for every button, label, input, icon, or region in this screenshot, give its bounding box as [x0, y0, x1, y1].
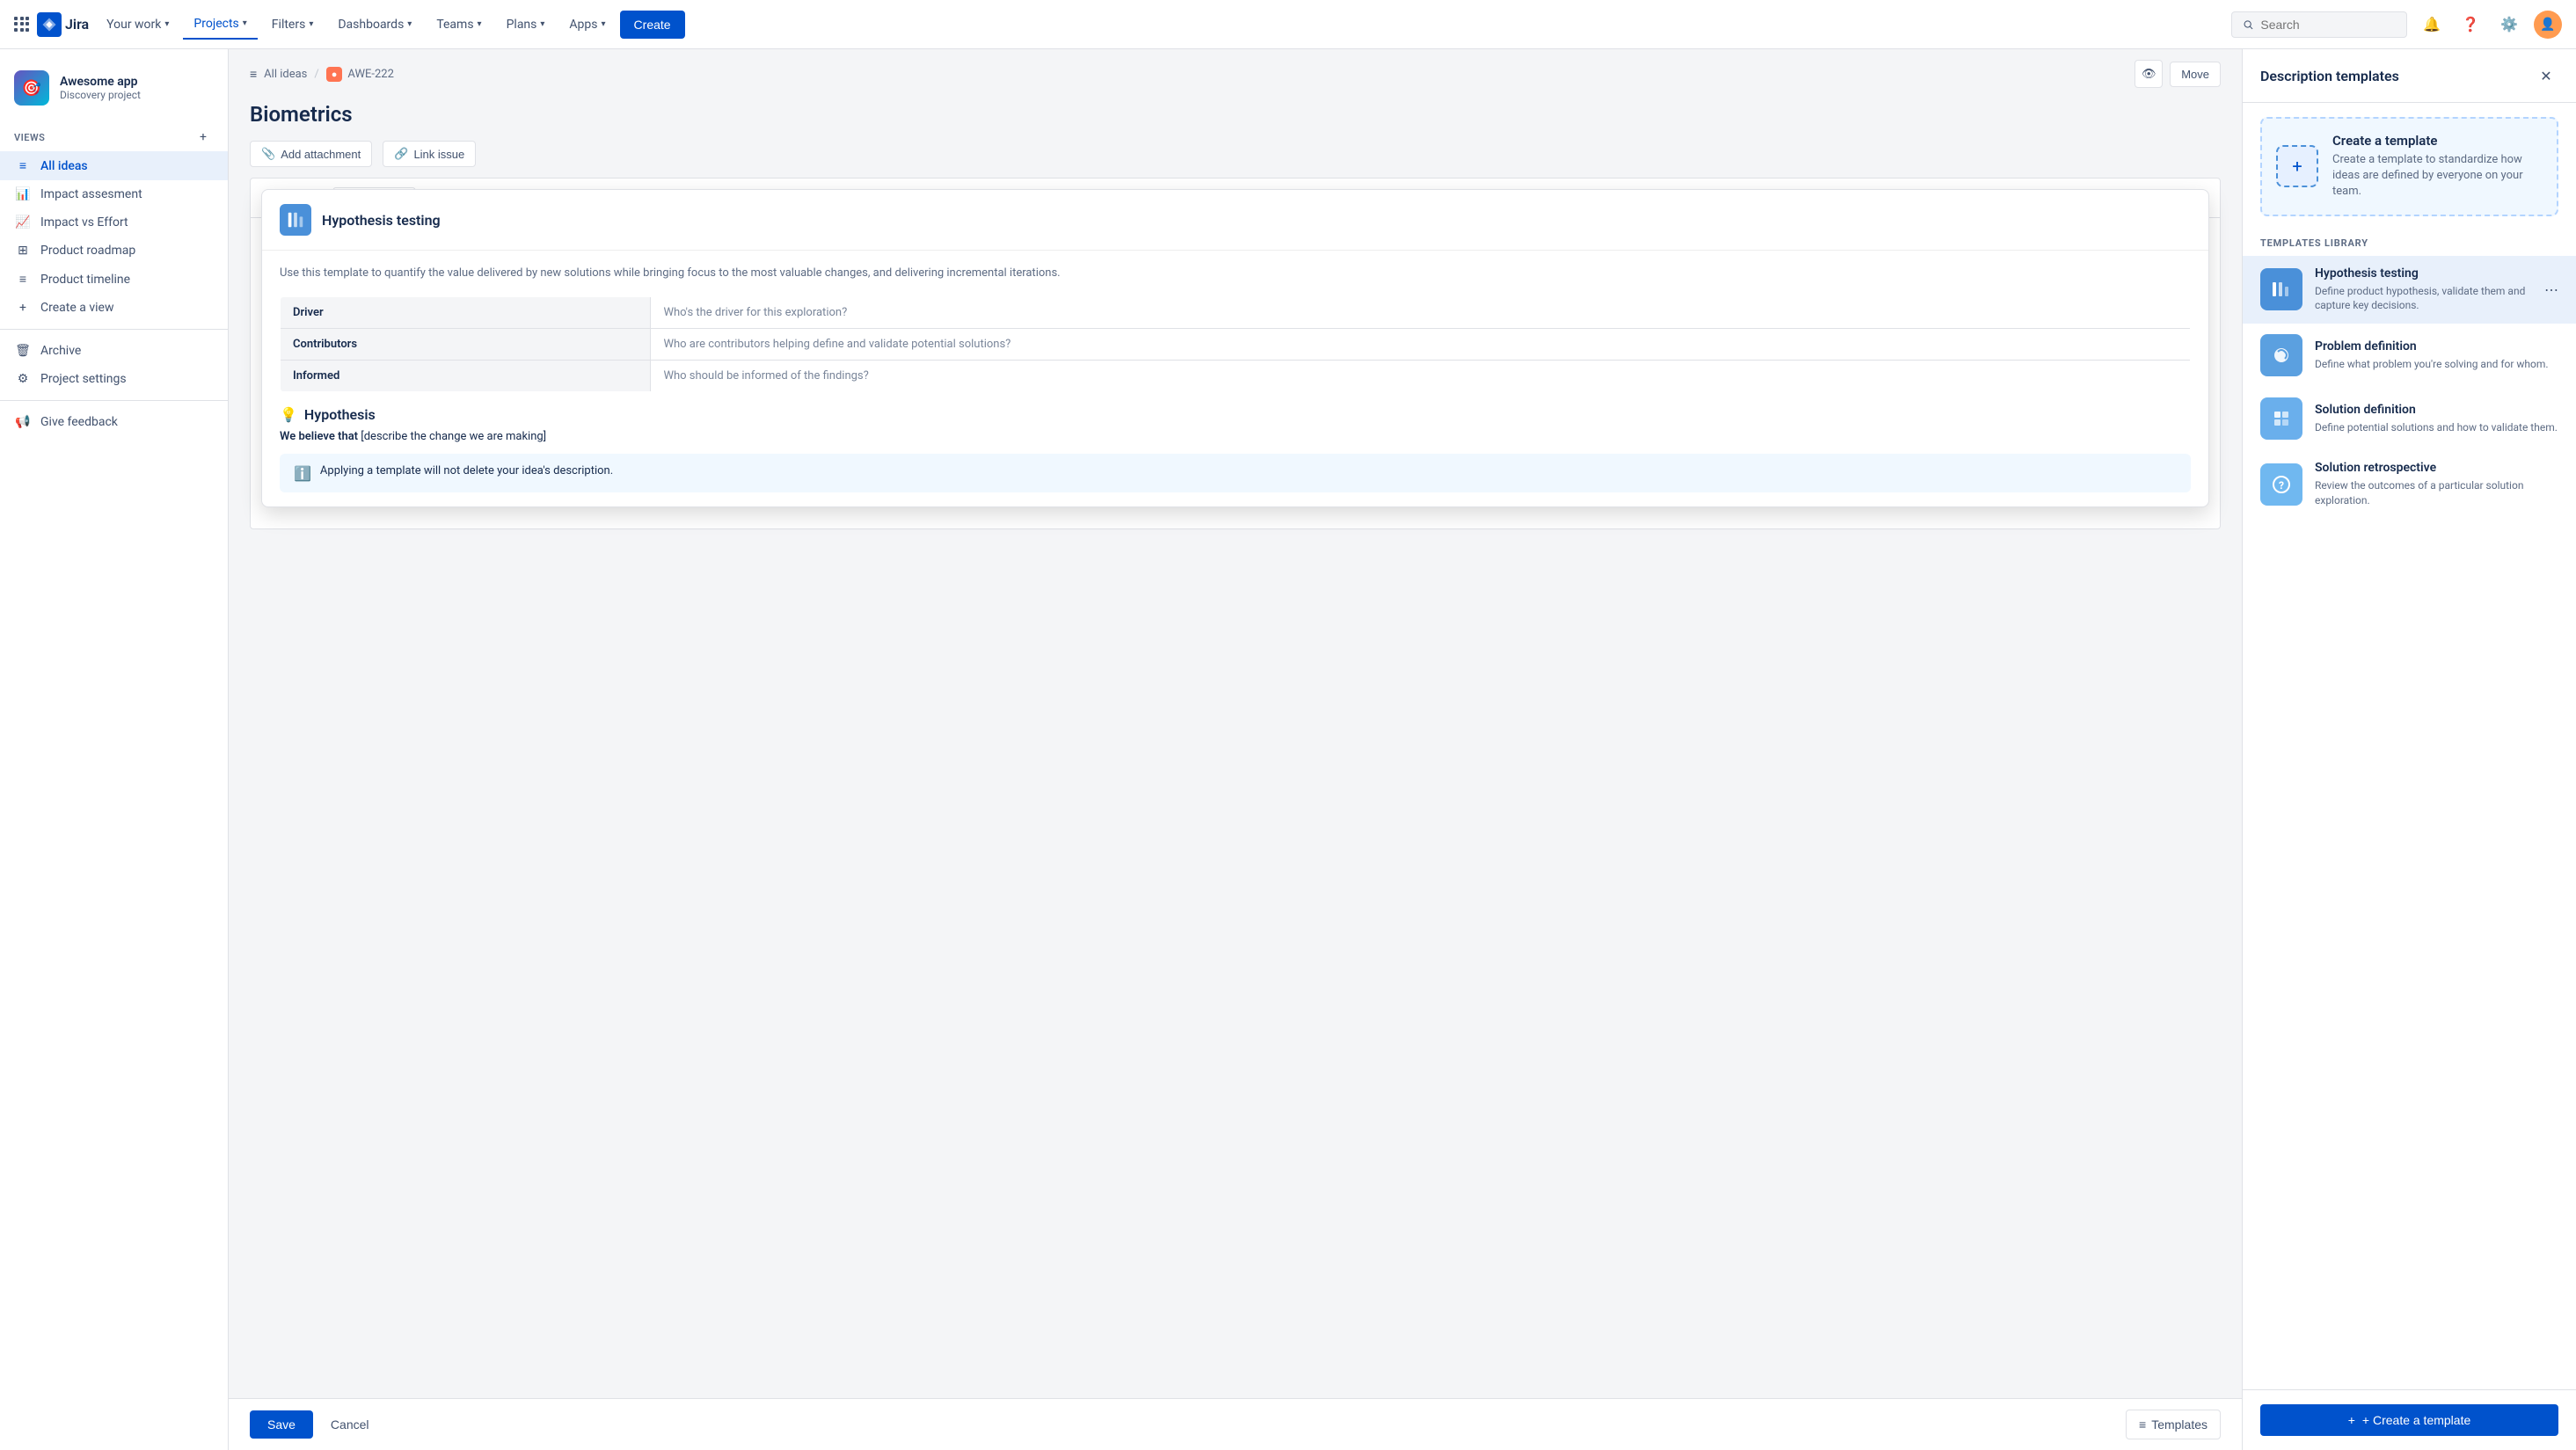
- search-icon: [2243, 18, 2253, 31]
- solution-desc: Define potential solutions and how to va…: [2315, 420, 2558, 435]
- template-library-label: TEMPLATES LIBRARY: [2243, 230, 2576, 256]
- editor-area: ↩ ↪ Normal text ▾ B I Add a description.…: [229, 178, 2242, 1398]
- sidebar-item-impact-effort[interactable]: 📈 Impact vs Effort: [0, 208, 228, 237]
- preview-description: Use this template to quantify the value …: [280, 265, 2191, 282]
- nav-your-work[interactable]: Your work ▾: [96, 11, 179, 39]
- sidebar-item-create-view[interactable]: + Create a view: [0, 294, 228, 322]
- problem-icon: [2260, 334, 2302, 376]
- sidebar-item-project-settings[interactable]: ⚙ Project settings: [0, 365, 228, 393]
- nav-teams[interactable]: Teams ▾: [426, 11, 492, 39]
- templates-button[interactable]: ≡ Templates: [2126, 1410, 2221, 1439]
- watch-button[interactable]: 👁: [2135, 60, 2163, 88]
- solution-name: Solution definition: [2315, 403, 2558, 417]
- table-row: Driver Who's the driver for this explora…: [281, 296, 2191, 328]
- search-box[interactable]: [2231, 11, 2407, 38]
- nav-apps[interactable]: Apps ▾: [558, 11, 616, 39]
- problem-desc: Define what problem you're solving and f…: [2315, 357, 2558, 372]
- template-item-problem[interactable]: Problem definition Define what problem y…: [2243, 324, 2576, 387]
- breadcrumb-issue: ● AWE-222: [326, 67, 394, 82]
- sidebar: 🎯 Awesome app Discovery project VIEWS + …: [0, 49, 229, 1450]
- cancel-button[interactable]: Cancel: [320, 1410, 380, 1439]
- preview-table: Driver Who's the driver for this explora…: [280, 296, 2191, 392]
- nav-dashboards[interactable]: Dashboards ▾: [327, 11, 422, 39]
- hypothesis-more-button[interactable]: ⋯: [2541, 279, 2562, 300]
- table-row: Contributors Who are contributors helpin…: [281, 328, 2191, 360]
- retrospective-desc: Review the outcomes of a particular solu…: [2315, 478, 2558, 508]
- save-button[interactable]: Save: [250, 1410, 313, 1439]
- breadcrumb: ≡ All ideas / ● AWE-222 👁 Move: [229, 49, 2242, 95]
- table-row: Informed Who should be informed of the f…: [281, 360, 2191, 391]
- create-template-bottom-button[interactable]: + + Create a template: [2260, 1404, 2558, 1436]
- template-preview-popup: Hypothesis testing Use this template to …: [261, 189, 2209, 507]
- app-grid-icon[interactable]: [14, 17, 30, 33]
- sidebar-item-product-roadmap[interactable]: ⊞ Product roadmap: [0, 237, 228, 265]
- problem-name: Problem definition: [2315, 339, 2558, 353]
- project-info: 🎯 Awesome app Discovery project: [0, 63, 228, 120]
- nav-items: Your work ▾ Projects ▾ Filters ▾ Dashboa…: [96, 10, 2217, 40]
- nav-projects[interactable]: Projects ▾: [183, 10, 257, 40]
- template-item-hypothesis[interactable]: Hypothesis testing Define product hypoth…: [2243, 256, 2576, 324]
- nav-filters[interactable]: Filters ▾: [261, 11, 325, 39]
- sidebar-item-product-timeline[interactable]: ≡ Product timeline: [0, 265, 228, 294]
- hypothesis-name: Hypothesis testing: [2315, 266, 2558, 281]
- search-input[interactable]: [2260, 18, 2396, 32]
- create-button[interactable]: Create: [620, 11, 685, 39]
- svg-text:?: ?: [2279, 479, 2284, 492]
- issue-header: Biometrics: [229, 95, 2242, 141]
- sidebar-item-archive[interactable]: 🗑 Archive: [0, 337, 228, 365]
- sidebar-item-all-ideas[interactable]: ≡ All ideas: [0, 151, 228, 180]
- link-issue-button[interactable]: 🔗 Link issue: [383, 141, 476, 167]
- project-name: Awesome app: [60, 75, 214, 89]
- user-avatar[interactable]: 👤: [2534, 11, 2562, 39]
- help-button[interactable]: ❓: [2456, 11, 2485, 39]
- info-icon: ℹ️: [294, 465, 311, 482]
- template-notice: ℹ️ Applying a template will not delete y…: [280, 454, 2191, 492]
- template-list: Hypothesis testing Define product hypoth…: [2243, 256, 2576, 1389]
- solution-icon: [2260, 397, 2302, 440]
- hypothesis-icon: [2260, 268, 2302, 310]
- project-icon: 🎯: [14, 70, 49, 106]
- create-template-card[interactable]: + Create a template Create a template to…: [2260, 117, 2558, 216]
- issue-title: Biometrics: [250, 102, 2221, 127]
- template-footer: + + Create a template: [2243, 1389, 2576, 1450]
- retrospective-icon: ?: [2260, 463, 2302, 506]
- template-panel-header: Description templates ✕: [2243, 49, 2576, 103]
- settings-button[interactable]: ⚙️: [2495, 11, 2523, 39]
- template-item-solution[interactable]: Solution definition Define potential sol…: [2243, 387, 2576, 450]
- editor-bottom-bar: Save Cancel ≡ Templates: [229, 1398, 2242, 1450]
- hypothesis-desc: Define product hypothesis, validate them…: [2315, 284, 2558, 314]
- template-panel-title: Description templates: [2260, 68, 2399, 84]
- preview-template-icon: [280, 204, 311, 236]
- template-item-retrospective[interactable]: ? Solution retrospective Review the outc…: [2243, 450, 2576, 519]
- sidebar-item-impact-assessment[interactable]: 📊 Impact assesment: [0, 180, 228, 208]
- project-type: Discovery project: [60, 89, 214, 101]
- add-view-button[interactable]: +: [193, 127, 214, 148]
- breadcrumb-all-ideas[interactable]: All ideas: [264, 68, 307, 81]
- add-attachment-button[interactable]: 📎 Add attachment: [250, 141, 372, 167]
- jira-logo[interactable]: Jira: [37, 12, 89, 37]
- notifications-button[interactable]: 🔔: [2418, 11, 2446, 39]
- create-template-name: Create a template: [2332, 133, 2543, 149]
- editor-container: ↩ ↪ Normal text ▾ B I Add a description.…: [250, 178, 2221, 529]
- nav-plans[interactable]: Plans ▾: [496, 11, 556, 39]
- create-template-desc: Create a template to standardize how ide…: [2332, 152, 2543, 200]
- preview-title: Hypothesis testing: [322, 212, 441, 229]
- hypothesis-section: 💡 Hypothesis We believe that [describe t…: [280, 406, 2191, 443]
- template-panel: Description templates ✕ + Create a templ…: [2242, 49, 2576, 1450]
- editor-toolbar: 📎 Add attachment 🔗 Link issue: [229, 141, 2242, 178]
- move-button[interactable]: Move: [2170, 62, 2221, 87]
- create-template-icon: +: [2276, 145, 2318, 187]
- top-navigation: Jira Your work ▾ Projects ▾ Filters ▾ Da…: [0, 0, 2576, 49]
- retrospective-name: Solution retrospective: [2315, 461, 2558, 475]
- views-section-label: VIEWS: [14, 132, 45, 143]
- template-panel-close[interactable]: ✕: [2534, 63, 2558, 88]
- sidebar-item-give-feedback[interactable]: 📢 Give feedback: [0, 408, 228, 436]
